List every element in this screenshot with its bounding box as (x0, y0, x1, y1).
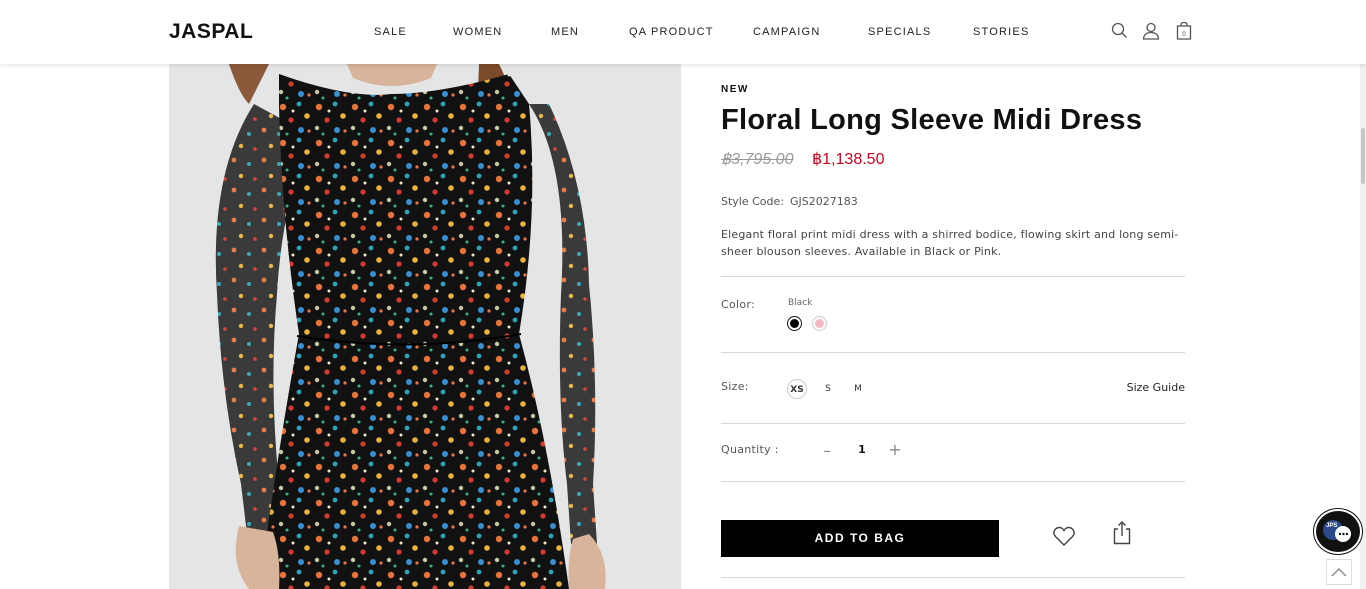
cart-count: 0 (1182, 31, 1186, 38)
scrollbar-thumb[interactable] (1361, 128, 1365, 184)
search-icon[interactable] (1110, 21, 1130, 41)
divider (721, 423, 1185, 424)
color-swatch-black[interactable] (787, 316, 802, 331)
site-header: JASPAL SALE WOMEN MEN QA PRODUCT CAMPAIG… (0, 0, 1366, 64)
nav-item-qa-product[interactable]: QA PRODUCT (629, 26, 714, 38)
style-code-value: GJS2027183 (790, 195, 858, 208)
new-badge: NEW (721, 84, 749, 95)
nav-item-men[interactable]: MEN (551, 26, 579, 38)
size-label: Size: (721, 380, 749, 393)
nav-item-women[interactable]: WOMEN (453, 26, 502, 38)
color-label: Color: (721, 298, 756, 311)
selected-color-name: Black (788, 298, 813, 308)
heart-icon[interactable] (1052, 525, 1076, 547)
size-guide-link[interactable]: Size Guide (1127, 381, 1185, 394)
chat-bubble-icon (1323, 520, 1351, 542)
back-to-top-button[interactable] (1326, 559, 1352, 585)
share-icon[interactable] (1111, 520, 1133, 546)
nav-item-specials[interactable]: SPECIALS (868, 26, 931, 38)
size-option-xs[interactable]: XS (787, 379, 807, 399)
chat-widget-label: JPS (1326, 523, 1338, 529)
add-to-bag-button[interactable]: ADD TO BAG (721, 520, 999, 557)
quantity-increment-button[interactable]: + (887, 440, 903, 460)
product-title: Floral Long Sleeve Midi Dress (721, 104, 1143, 136)
nav-item-stories[interactable]: STORIES (973, 26, 1030, 38)
quantity-value[interactable]: 1 (855, 443, 869, 456)
user-icon[interactable] (1141, 21, 1161, 41)
chevron-up-icon (1331, 568, 1347, 577)
sale-price: ฿1,138.50 (812, 151, 885, 168)
product-image[interactable] (169, 64, 681, 589)
shopping-bag-icon[interactable]: 0 (1174, 21, 1194, 41)
divider (721, 276, 1185, 277)
brand-logo[interactable]: JASPAL (169, 20, 253, 44)
divider (721, 577, 1185, 578)
divider (721, 352, 1185, 353)
color-swatch-pink[interactable] (812, 316, 827, 331)
page-scrollbar[interactable] (1360, 0, 1366, 589)
original-price: ฿3,795.00 (721, 151, 794, 168)
product-photo (169, 64, 681, 589)
divider (721, 481, 1185, 482)
product-description: Elegant floral print midi dress with a s… (721, 228, 1179, 258)
size-option-s[interactable]: S (821, 379, 835, 399)
nav-item-campaign[interactable]: CAMPAIGN (753, 26, 820, 38)
quantity-decrement-button[interactable]: – (819, 441, 835, 461)
chat-widget-button[interactable]: JPS (1314, 509, 1362, 554)
quantity-label: Quantity : (721, 443, 779, 456)
nav-item-sale[interactable]: SALE (374, 26, 407, 38)
style-code-label: Style Code: (721, 195, 784, 208)
size-option-m[interactable]: M (851, 379, 865, 399)
